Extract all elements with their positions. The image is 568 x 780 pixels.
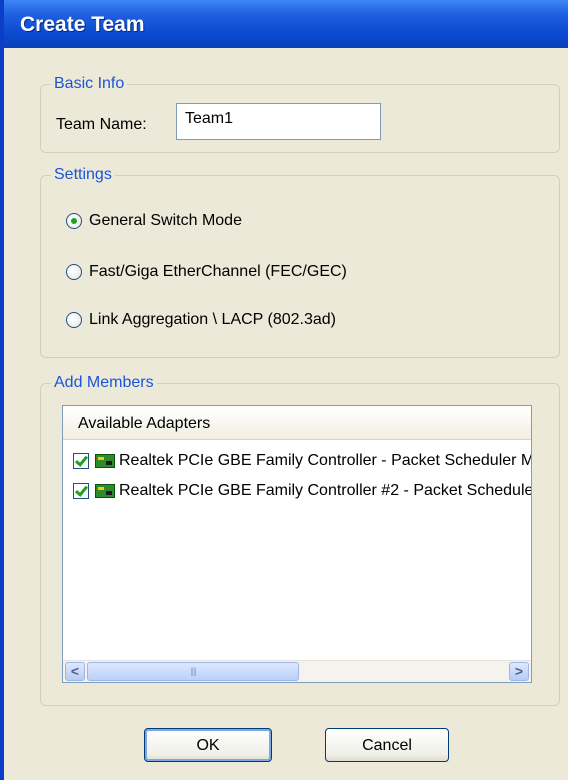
add-members-legend: Add Members <box>54 374 154 391</box>
radio-icon[interactable] <box>66 312 82 328</box>
settings-group: Settings <box>40 166 560 358</box>
radio-lacp[interactable]: Link Aggregation \ LACP (802.3ad) <box>66 311 336 329</box>
chevron-right-icon: > <box>514 663 524 679</box>
adapter-label: Realtek PCIe GBE Family Controller #2 - … <box>119 482 532 499</box>
column-header-label: Available Adapters <box>78 415 211 432</box>
radio-icon[interactable] <box>66 264 82 280</box>
settings-legend: Settings <box>54 166 112 183</box>
checkbox-checked-icon[interactable] <box>73 483 89 499</box>
radio-fec-gec[interactable]: Fast/Giga EtherChannel (FEC/GEC) <box>66 263 347 281</box>
radio-selected-icon[interactable] <box>66 213 82 229</box>
radio-label: General Switch Mode <box>89 212 242 229</box>
adapter-label: Realtek PCIe GBE Family Controller - Pac… <box>119 452 532 469</box>
scroll-right-button[interactable]: > <box>509 662 529 681</box>
title-bar[interactable]: Create Team <box>4 0 568 48</box>
team-name-value: Team1 <box>185 110 234 127</box>
network-adapter-icon <box>95 454 115 468</box>
scrollbar-thumb[interactable]: |||| <box>87 662 299 681</box>
checkbox-checked-icon[interactable] <box>73 453 89 469</box>
horizontal-scrollbar[interactable]: < |||| > <box>63 660 531 682</box>
radio-label: Fast/Giga EtherChannel (FEC/GEC) <box>89 263 347 280</box>
column-header-available-adapters[interactable]: Available Adapters <box>63 406 531 440</box>
ok-button[interactable]: OK <box>144 728 272 762</box>
cancel-button[interactable]: Cancel <box>325 728 449 762</box>
available-adapters-list[interactable]: Available Adapters Realtek PCIe GBE Fami… <box>62 405 532 683</box>
radio-general-switch-mode[interactable]: General Switch Mode <box>66 212 242 230</box>
radio-label: Link Aggregation \ LACP (802.3ad) <box>89 311 336 328</box>
team-name-label: Team Name: <box>56 116 147 133</box>
list-item[interactable]: Realtek PCIe GBE Family Controller #2 - … <box>73 482 532 500</box>
team-name-input[interactable]: Team1 <box>176 103 381 140</box>
grip-icon: |||| <box>190 666 196 676</box>
window-title: Create Team <box>20 13 145 36</box>
create-team-dialog: Create Team Basic Info Team Name: Team1 … <box>0 0 568 780</box>
network-adapter-icon <box>95 484 115 498</box>
chevron-left-icon: < <box>70 663 80 679</box>
basic-info-legend: Basic Info <box>54 75 125 92</box>
scroll-left-button[interactable]: < <box>65 662 85 681</box>
list-item[interactable]: Realtek PCIe GBE Family Controller - Pac… <box>73 452 532 470</box>
